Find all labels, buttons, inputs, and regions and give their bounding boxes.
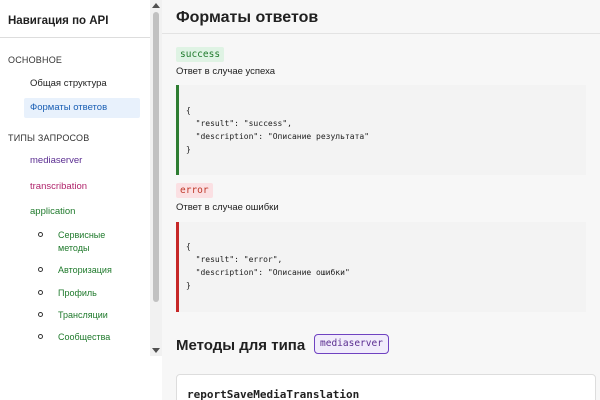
method-name: reportSaveMediaTranslation: [187, 388, 360, 400]
success-code-block: { "result": "success", "description": "О…: [176, 85, 586, 175]
bullet-icon: [38, 267, 43, 272]
success-caption: Ответ в случае успеха: [176, 66, 276, 77]
sidebar-divider: [0, 37, 150, 38]
sidebar-item-mediaserver[interactable]: mediaserver: [24, 151, 140, 171]
scrollbar-thumb[interactable]: [153, 12, 159, 302]
page-title: Форматы ответов: [176, 9, 319, 26]
sidebar-subitem-communities[interactable]: Сообщества: [38, 331, 138, 344]
subitem-label: Сервисные методы: [58, 230, 106, 253]
bullet-icon: [38, 334, 43, 339]
success-tag: success: [176, 47, 225, 62]
sidebar-item-general-structure[interactable]: Общая структура: [24, 74, 140, 94]
title-divider: [162, 33, 600, 34]
bullet-icon: [38, 312, 43, 317]
method-card[interactable]: reportSaveMediaTranslation: [176, 374, 596, 400]
error-code-block: { "result": "error", "description": "Опи…: [176, 222, 586, 312]
section-request-types-label: ТИПЫ ЗАПРОСОВ: [8, 133, 90, 143]
sidebar-content: Навигация по API ОСНОВНОЕ Общая структур…: [0, 0, 150, 356]
main-content: Форматы ответов success Ответ в случае у…: [162, 0, 600, 400]
sidebar-subitem-authorization[interactable]: Авторизация: [38, 264, 138, 277]
scroll-up-arrow-icon[interactable]: [152, 3, 160, 8]
error-code: { "result": "error", "description": "Опи…: [186, 242, 350, 290]
subitem-label: Профиль: [58, 288, 97, 298]
bullet-icon: [38, 232, 43, 237]
success-code: { "result": "success", "description": "О…: [186, 106, 370, 154]
bullet-icon: [38, 290, 43, 295]
sidebar-item-application[interactable]: application: [24, 202, 140, 222]
sidebar-subitem-profile[interactable]: Профиль: [38, 287, 138, 300]
section-basic-label: ОСНОВНОЕ: [8, 55, 63, 65]
subitem-label: Авторизация: [58, 265, 112, 275]
scroll-down-arrow-icon[interactable]: [152, 348, 160, 353]
error-tag: error: [176, 183, 213, 198]
sidebar: Навигация по API ОСНОВНОЕ Общая структур…: [0, 0, 162, 356]
sidebar-scrollbar[interactable]: [150, 0, 162, 356]
sidebar-item-response-formats[interactable]: Форматы ответов: [24, 98, 140, 118]
subitem-label: Трансляции: [58, 310, 108, 320]
error-caption: Ответ в случае ошибки: [176, 202, 279, 213]
methods-heading: Методы для типа: [176, 337, 306, 354]
sidebar-item-transcribation[interactable]: transcribation: [24, 177, 140, 197]
sidebar-subitem-broadcasts[interactable]: Трансляции: [38, 309, 138, 322]
type-badge-mediaserver: mediaserver: [314, 334, 389, 354]
sidebar-title: Навигация по API: [8, 15, 109, 27]
sidebar-subitem-service-methods[interactable]: Сервисные методы: [38, 229, 138, 255]
subitem-label: Сообщества: [58, 332, 111, 342]
